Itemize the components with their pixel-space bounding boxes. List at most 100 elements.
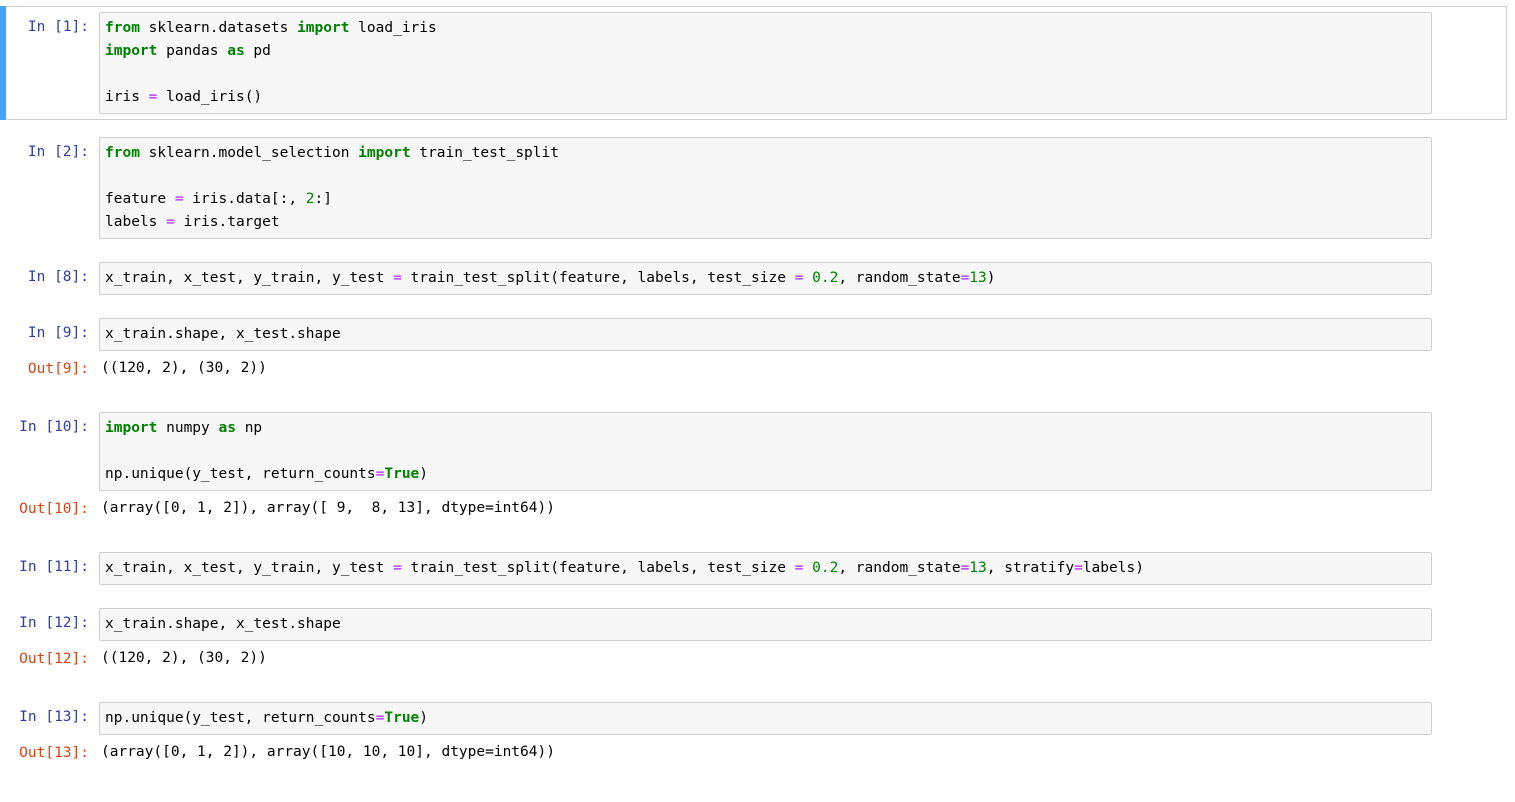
input-prompt-label: In [1]: [27, 19, 89, 35]
code-token: load_iris() [157, 89, 263, 105]
code-token: train_test_split(feature, labels, test_s… [401, 560, 795, 576]
code-editor[interactable]: x_train, x_test, y_train, y_test = train… [99, 262, 1432, 295]
input-prompt-label: In [9]: [27, 325, 89, 341]
code-editor[interactable]: x_train, x_test, y_train, y_test = train… [99, 552, 1432, 585]
code-token: = [960, 560, 970, 576]
code-token: ) [986, 270, 996, 286]
code-editor[interactable]: from sklearn.model_selection import trai… [99, 137, 1432, 239]
cell-spacer [0, 245, 1515, 256]
notebook-cell[interactable]: In [13]: np.unique(y_test, return_counts=… [0, 696, 1507, 769]
cell-spacer [0, 120, 1515, 131]
notebook-cell[interactable]: In [11]: x_train, x_test, y_train, y_test… [0, 546, 1507, 591]
code-token: train_test_split(feature, labels, test_s… [401, 270, 795, 286]
code-token: train_test_split [410, 145, 559, 161]
code-text: from sklearn.datasets import load_iris i… [105, 17, 1427, 109]
code-token: iris [105, 89, 149, 105]
notebook-container: In [1]: from sklearn.datasets import load… [0, 0, 1515, 769]
code-text: x_train.shape, x_test.shape [105, 613, 1427, 636]
code-token: 0.2 [812, 270, 839, 286]
code-token: , random_state [838, 270, 961, 286]
cell-output-row: Out[12]: ((120, 2), (30, 2)) [11, 648, 1497, 669]
input-prompt-label: In [8]: [27, 269, 89, 285]
code-token: pd [244, 43, 271, 59]
output-text: (array([0, 1, 2]), array([10, 10, 10], d… [101, 744, 555, 760]
cell-output-row: Out[9]: ((120, 2), (30, 2)) [11, 358, 1497, 379]
code-editor[interactable]: x_train.shape, x_test.shape [99, 608, 1432, 641]
code-token: np [235, 420, 263, 436]
code-token: :] [314, 191, 332, 207]
cell-input-row: In [12]: x_train.shape, x_test.shape [11, 608, 1497, 641]
code-token: sklearn.model_selection [139, 145, 359, 161]
code-token: = [174, 191, 184, 207]
code-token: = [393, 560, 402, 576]
cell-output-row: Out[10]: (array([0, 1, 2]), array([ 9, 8,… [11, 498, 1497, 519]
code-token: as [227, 43, 245, 59]
cell-input-row: In [11]: x_train, x_test, y_train, y_test… [11, 552, 1497, 585]
cell-spacer [0, 591, 1515, 602]
code-token: pandas [157, 43, 228, 59]
code-token: import [105, 43, 158, 59]
code-text: x_train, x_test, y_train, y_test = train… [105, 267, 1427, 290]
cell-input-row: In [1]: from sklearn.datasets import load… [11, 12, 1497, 114]
code-token: np.unique(y_test, return_counts [105, 710, 376, 726]
code-token: x_train, x_test, y_train, y_test [105, 560, 394, 576]
notebook-cell[interactable]: In [8]: x_train, x_test, y_train, y_test … [0, 256, 1507, 301]
cell-spacer [0, 385, 1515, 406]
output-text: (array([0, 1, 2]), array([ 9, 8, 13], dt… [101, 500, 555, 516]
code-token: x_train.shape, x_test.shape [105, 326, 341, 342]
code-token: ) [419, 710, 429, 726]
code-text: from sklearn.model_selection import trai… [105, 142, 1427, 234]
code-token: from [105, 20, 140, 36]
code-token: x_train.shape, x_test.shape [105, 616, 341, 632]
code-text: x_train, x_test, y_train, y_test = train… [105, 557, 1427, 580]
input-prompt-label: In [12]: [19, 615, 89, 631]
code-editor[interactable]: from sklearn.datasets import load_iris i… [99, 12, 1432, 114]
code-token: 13 [969, 560, 987, 576]
code-token: sklearn.datasets [139, 20, 298, 36]
output-text: ((120, 2), (30, 2)) [101, 360, 267, 376]
input-prompt-label: In [2]: [27, 144, 89, 160]
cell-input-row: In [13]: np.unique(y_test, return_counts=… [11, 702, 1497, 735]
code-editor[interactable]: x_train.shape, x_test.shape [99, 318, 1432, 351]
code-token: feature [105, 191, 175, 207]
code-token: = [1074, 560, 1083, 576]
code-token: = [960, 270, 970, 286]
code-token: 13 [969, 270, 987, 286]
code-token: iris.target [174, 214, 280, 230]
cell-spacer [0, 675, 1515, 696]
code-text: import numpy as np np.unique(y_test, ret… [105, 417, 1427, 486]
code-token: True [384, 710, 420, 726]
cell-input-row: In [8]: x_train, x_test, y_train, y_test … [11, 262, 1497, 295]
code-token: x_train, x_test, y_train, y_test [105, 270, 394, 286]
code-token: import [105, 420, 158, 436]
code-token: labels) [1082, 560, 1144, 576]
output-text: ((120, 2), (30, 2)) [101, 650, 267, 666]
cell-spacer [0, 525, 1515, 546]
code-token: as [218, 420, 236, 436]
cell-input-row: In [10]: import numpy as np np.unique(y_t… [11, 412, 1497, 491]
code-token: , stratify [986, 560, 1075, 576]
cell-input-row: In [9]: x_train.shape, x_test.shape [11, 318, 1497, 351]
code-token: from [105, 145, 140, 161]
code-editor[interactable]: np.unique(y_test, return_counts=True) [99, 702, 1432, 735]
code-token: import [358, 145, 411, 161]
input-prompt-label: In [13]: [19, 709, 89, 725]
notebook-cell[interactable]: In [9]: x_train.shape, x_test.shape Out[9]… [0, 312, 1507, 385]
code-token: 2 [305, 191, 315, 207]
code-token: ) [419, 466, 429, 482]
notebook-cell[interactable]: In [1]: from sklearn.datasets import load… [0, 6, 1507, 120]
output-prompt-label: Out[12]: [19, 651, 89, 667]
code-text: np.unique(y_test, return_counts=True) [105, 707, 1427, 730]
code-token: = [166, 214, 175, 230]
output-prompt-label: Out[9]: [27, 361, 89, 377]
notebook-cell[interactable]: In [10]: import numpy as np np.unique(y_t… [0, 406, 1507, 525]
notebook-cell[interactable]: In [2]: from sklearn.model_selection impo… [0, 131, 1507, 245]
notebook-cell[interactable]: In [12]: x_train.shape, x_test.shape Out[1… [0, 602, 1507, 675]
code-token: True [384, 466, 420, 482]
code-editor[interactable]: import numpy as np np.unique(y_test, ret… [99, 412, 1432, 491]
code-token: labels [105, 214, 167, 230]
code-text: x_train.shape, x_test.shape [105, 323, 1427, 346]
output-prompt-label: Out[13]: [19, 745, 89, 761]
